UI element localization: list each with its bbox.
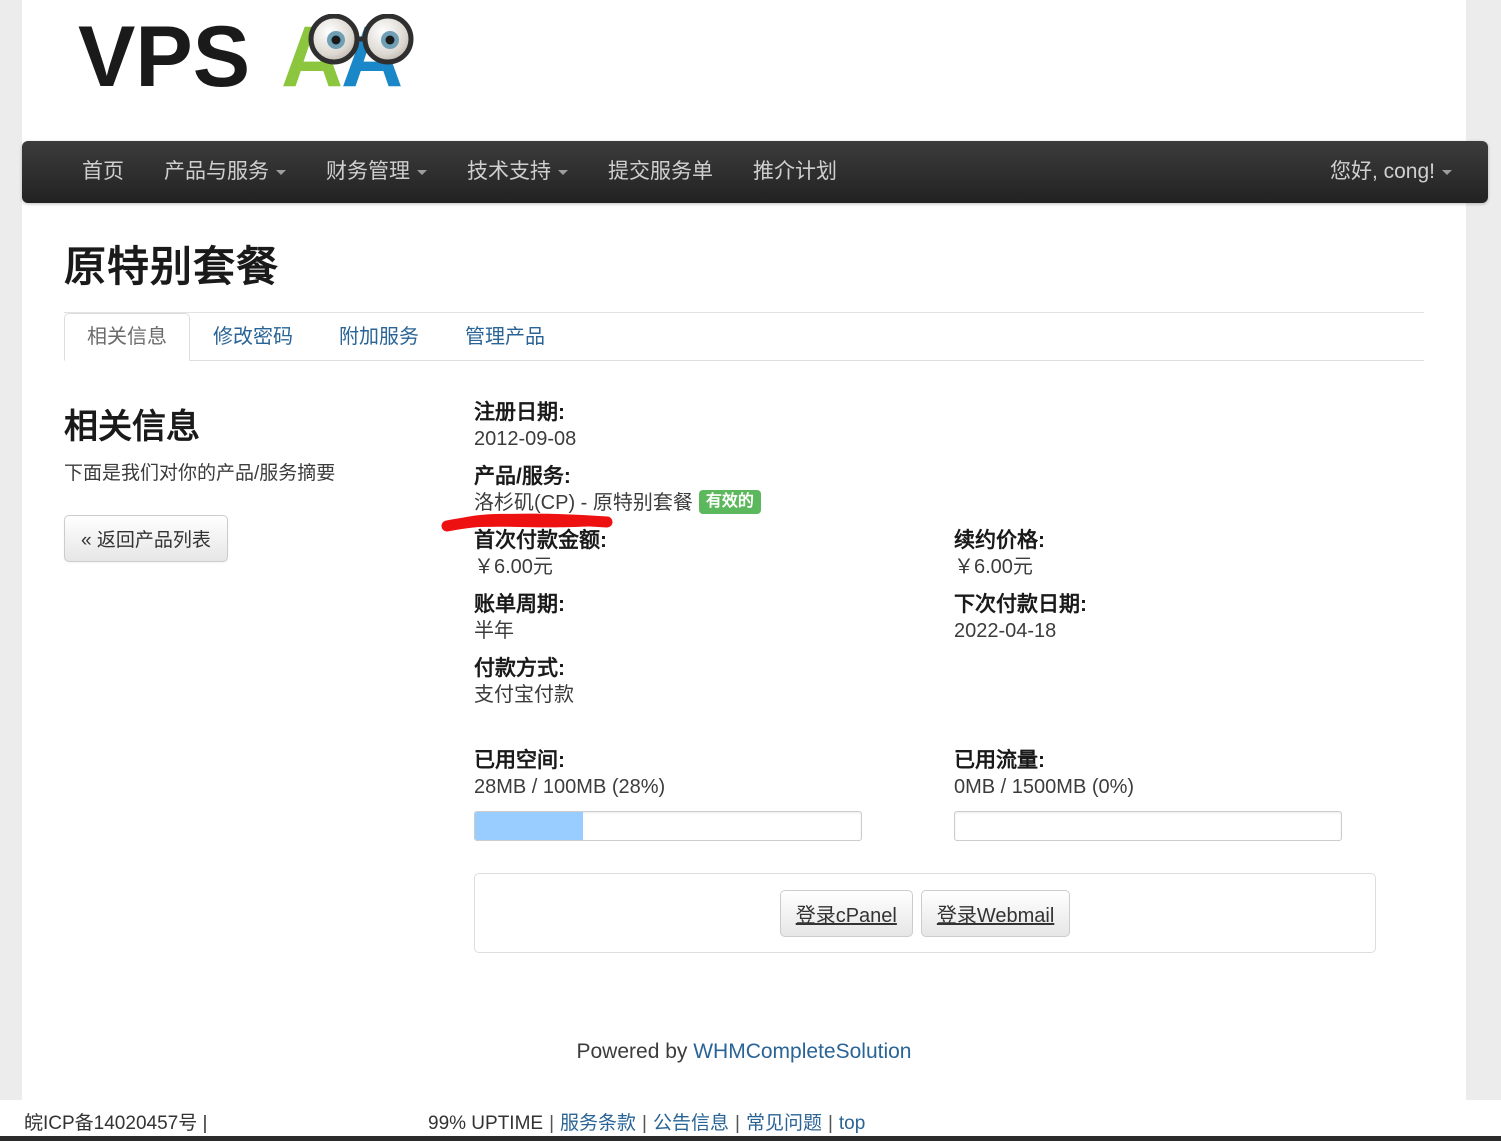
billing-col-left: 首次付款金额: ￥6.00元 账单周期: 半年 付款方式: 支付宝付款 bbox=[474, 527, 954, 719]
nav-item-label: 推介计划 bbox=[753, 160, 837, 183]
nav-item-label: 产品与服务 bbox=[164, 160, 269, 183]
whmcs-link[interactable]: WHMCompleteSolution bbox=[693, 1040, 911, 1063]
register-date-label: 注册日期: bbox=[474, 401, 565, 424]
nav-item-label: 财务管理 bbox=[326, 160, 410, 183]
billing-cycle-label: 账单周期: bbox=[474, 593, 565, 616]
disk-usage-progress-fill bbox=[475, 812, 584, 840]
user-menu[interactable]: 您好, cong! bbox=[1330, 141, 1452, 203]
terms-of-service-link[interactable]: 服务条款 bbox=[560, 1113, 636, 1134]
details-col-left: 注册日期: 2012-09-08 产品/服务: 洛杉矶(CP) - 原特别套餐有… bbox=[474, 399, 954, 527]
content-body: 相关信息 下面是我们对你的产品/服务摘要 « 返回产品列表 注册日期: 2012… bbox=[42, 399, 1446, 953]
main-navbar: 首页 产品与服务 财务管理 技术支持 提交服务单 推介计划 您好, cong! bbox=[22, 141, 1488, 203]
user-greeting-label: 您好, cong! bbox=[1329, 160, 1435, 183]
renewal-price-label: 续约价格: bbox=[954, 529, 1045, 552]
disk-usage-value: 28MB / 100MB (28%) bbox=[474, 776, 666, 798]
details-col-right-top bbox=[954, 399, 1434, 527]
disk-usage-label: 已用空间: bbox=[474, 749, 565, 772]
nav-item-label: 首页 bbox=[82, 160, 124, 183]
page-container: VPS A A 首页 产品与服务 财务管理 技术支持 提交服务单 推介计划 您好… bbox=[22, 0, 1488, 1141]
tab-change-password[interactable]: 修改密码 bbox=[190, 313, 316, 361]
back-to-top-link[interactable]: top bbox=[839, 1113, 865, 1134]
chevron-down-icon bbox=[276, 170, 286, 175]
page-title: 原特别套餐 bbox=[64, 243, 280, 290]
usage-row: 已用空间: 28MB / 100MB (28%) 已用流量: 0MB / 150… bbox=[474, 747, 1446, 841]
first-payment-value: ￥6.00元 bbox=[474, 556, 553, 578]
bandwidth-usage-label: 已用流量: bbox=[954, 749, 1045, 772]
chevron-down-icon bbox=[558, 170, 568, 175]
bandwidth-usage-value: 0MB / 1500MB (0%) bbox=[954, 776, 1135, 798]
login-webmail-button[interactable]: 登录Webmail bbox=[920, 889, 1071, 937]
separator: | bbox=[642, 1113, 647, 1134]
details-top-grid: 注册日期: 2012-09-08 产品/服务: 洛杉矶(CP) - 原特别套餐有… bbox=[474, 399, 1446, 527]
disk-usage-progress bbox=[474, 811, 862, 841]
status-badge: 有效的 bbox=[698, 490, 761, 514]
svg-text:VPS: VPS bbox=[78, 14, 250, 104]
login-cpanel-button[interactable]: 登录cPanel bbox=[779, 889, 913, 937]
nav-item-billing[interactable]: 财务管理 bbox=[306, 141, 447, 203]
nav-list: 首页 产品与服务 财务管理 技术支持 提交服务单 推介计划 bbox=[22, 141, 1488, 203]
disk-usage-block: 已用空间: 28MB / 100MB (28%) bbox=[474, 747, 954, 841]
site-footer: Powered by WHMCompleteSolution bbox=[22, 1040, 1466, 1064]
tab-addons[interactable]: 附加服务 bbox=[316, 313, 442, 361]
uptime-text: 99% UPTIME bbox=[428, 1113, 544, 1134]
bandwidth-usage-block: 已用流量: 0MB / 1500MB (0%) bbox=[954, 747, 1434, 841]
bandwidth-usage-progress bbox=[954, 811, 1342, 841]
bottom-links-group: 99% UPTIME | 服务条款 | 公告信息 | 常见问题 | top bbox=[428, 1108, 865, 1135]
separator: | bbox=[549, 1113, 555, 1134]
payment-method-label: 付款方式: bbox=[474, 657, 565, 680]
billing-col-right: 续约价格: ￥6.00元 下次付款日期: 2022-04-18 bbox=[954, 527, 1434, 719]
bottom-bar: 皖ICP备14020457号 | 99% UPTIME | 服务条款 | 公告信息 | 常见… bbox=[0, 1100, 1501, 1141]
tab-bar: 相关信息 修改密码 附加服务 管理产品 bbox=[64, 313, 1424, 361]
billing-cycle-value: 半年 bbox=[474, 620, 514, 642]
renewal-price-value: ￥6.00元 bbox=[954, 556, 1033, 578]
product-value: 洛杉矶(CP) - 原特别套餐 有效的 bbox=[474, 490, 954, 517]
separator: | bbox=[735, 1113, 740, 1134]
announcements-link[interactable]: 公告信息 bbox=[653, 1113, 729, 1134]
vpsaa-logo[interactable]: VPS A A bbox=[78, 14, 478, 104]
site-header: VPS A A bbox=[22, 0, 1466, 140]
separator: | bbox=[827, 1113, 833, 1134]
nav-item-products[interactable]: 产品与服务 bbox=[144, 141, 306, 203]
login-actions-panel: 登录cPanel 登录Webmail bbox=[474, 873, 1376, 953]
tab-manage-product[interactable]: 管理产品 bbox=[442, 313, 568, 361]
payment-method-value: 支付宝付款 bbox=[474, 684, 574, 706]
left-margin-strip bbox=[0, 0, 22, 1141]
next-due-date-label: 下次付款日期: bbox=[954, 593, 1087, 616]
product-name-text: 洛杉矶(CP) - 原特别套餐 bbox=[474, 492, 693, 514]
product-label: 产品/服务: bbox=[474, 465, 571, 488]
next-due-date-value: 2022-04-18 bbox=[954, 620, 1057, 642]
sidebar-subtitle: 下面是我们对你的产品/服务摘要 bbox=[64, 463, 336, 484]
nav-item-support[interactable]: 技术支持 bbox=[447, 141, 588, 203]
details-column: 注册日期: 2012-09-08 产品/服务: 洛杉矶(CP) - 原特别套餐有… bbox=[441, 399, 1446, 953]
sidebar-heading: 相关信息 bbox=[64, 408, 200, 446]
sidebar-column: 相关信息 下面是我们对你的产品/服务摘要 « 返回产品列表 bbox=[64, 399, 474, 953]
icp-license-text: 皖ICP备14020457号 | bbox=[24, 1113, 208, 1134]
nav-item-affiliate[interactable]: 推介计划 bbox=[733, 141, 857, 203]
powered-by-text: Powered by bbox=[576, 1040, 694, 1063]
tab-related-info[interactable]: 相关信息 bbox=[64, 313, 190, 361]
chevron-down-icon bbox=[1442, 170, 1452, 175]
nav-item-label: 提交服务单 bbox=[608, 160, 713, 183]
faq-link[interactable]: 常见问题 bbox=[746, 1113, 822, 1134]
bottom-edge-strip bbox=[0, 1136, 1501, 1141]
nav-item-label: 技术支持 bbox=[467, 160, 551, 183]
main-content: 原特别套餐 相关信息 修改密码 附加服务 管理产品 相关信息 下面是我们对你的产… bbox=[42, 203, 1446, 953]
nav-item-home[interactable]: 首页 bbox=[62, 141, 144, 203]
register-date-value: 2012-09-08 bbox=[474, 428, 577, 450]
nav-item-submit-ticket[interactable]: 提交服务单 bbox=[588, 141, 733, 203]
details-bottom-grid: 首次付款金额: ￥6.00元 账单周期: 半年 付款方式: 支付宝付款 续约价格… bbox=[474, 527, 1446, 719]
chevron-down-icon bbox=[417, 170, 427, 175]
back-to-products-button[interactable]: « 返回产品列表 bbox=[64, 515, 228, 562]
first-payment-label: 首次付款金额: bbox=[474, 529, 607, 552]
